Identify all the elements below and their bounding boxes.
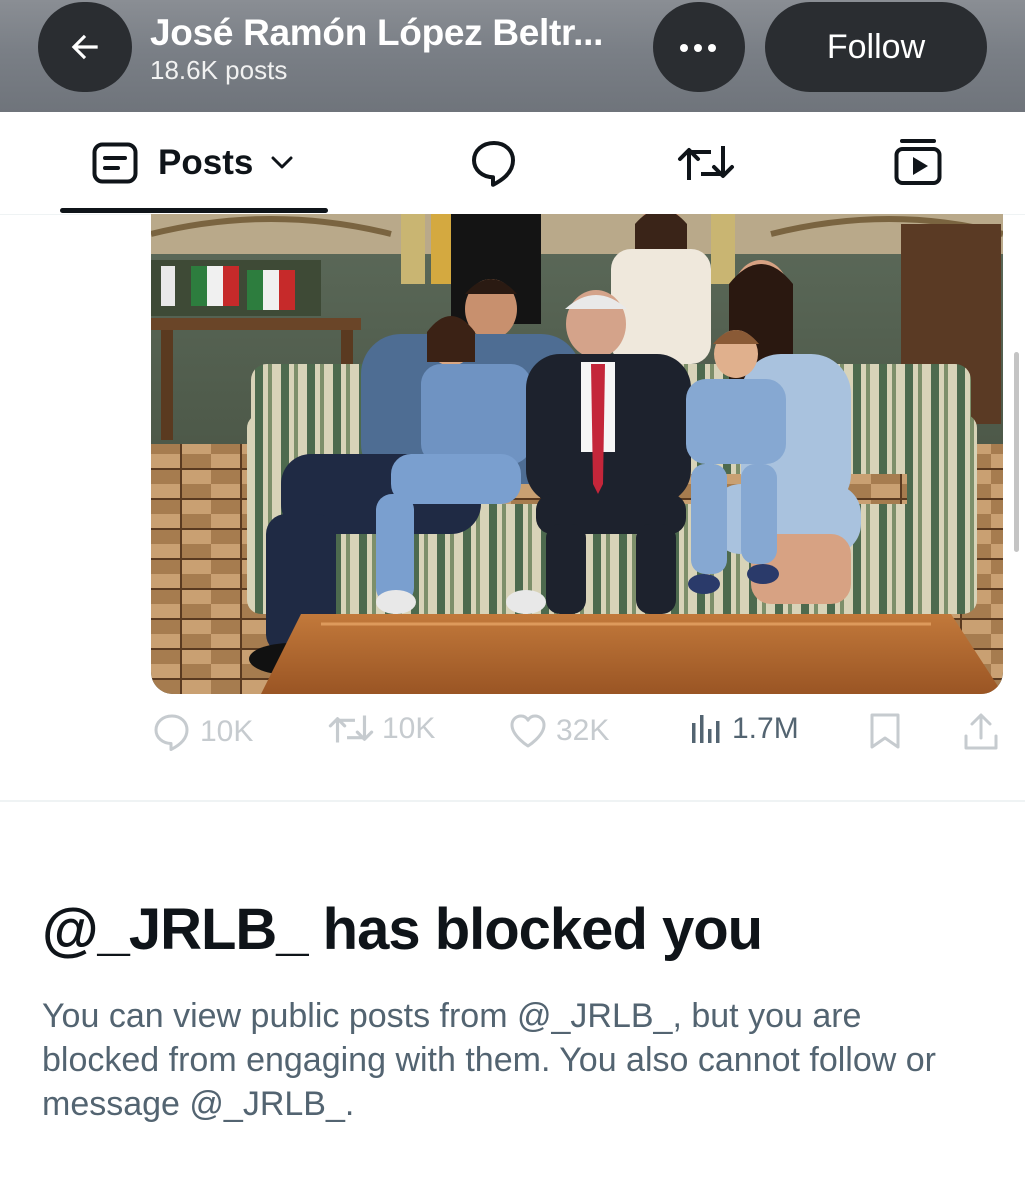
more-dots-icon: [680, 44, 716, 52]
family-photo: [151, 214, 1003, 694]
section-divider: [0, 800, 1025, 802]
reply-bubble-icon: [472, 141, 515, 187]
reply-icon: [154, 714, 189, 751]
share-icon: [964, 713, 998, 750]
profile-header: José Ramón López Beltr... 18.6K posts Fo…: [0, 0, 1025, 112]
share-action[interactable]: [962, 712, 1000, 752]
like-action[interactable]: 32K: [508, 712, 609, 750]
media-icon: [894, 139, 942, 185]
tab-posts-label: Posts: [158, 143, 254, 182]
blocked-description: You can view public posts from @_JRLB_, …: [42, 997, 936, 1123]
repost-icon: [678, 146, 734, 180]
profile-title: José Ramón López Beltr... 18.6K posts: [150, 12, 640, 86]
heart-icon: [510, 714, 546, 748]
views-action[interactable]: 1.7M: [690, 712, 799, 746]
view-count: 1.7M: [732, 712, 799, 745]
active-tab-indicator: [60, 208, 328, 213]
tab-replies[interactable]: [469, 138, 519, 193]
repost-count: 10K: [382, 712, 436, 745]
tab-posts[interactable]: Posts: [92, 142, 293, 184]
back-button[interactable]: [38, 2, 132, 92]
profile-name: José Ramón López Beltr...: [150, 12, 604, 53]
repost-action[interactable]: 10K: [328, 712, 435, 746]
blocked-title: @_JRLB_ has blocked you: [42, 897, 763, 962]
profile-tabs: Posts: [0, 112, 1025, 215]
bookmark-icon: [870, 713, 900, 749]
bookmark-action[interactable]: [868, 712, 902, 750]
views-chart-icon: [692, 715, 720, 743]
like-count: 32K: [556, 714, 610, 747]
post-image[interactable]: [151, 214, 1003, 694]
posts-list-icon: [92, 142, 138, 184]
follow-button[interactable]: Follow: [765, 2, 987, 92]
more-button[interactable]: [653, 2, 745, 92]
post-actions: 10K 10K 32K 1.7M: [0, 712, 1025, 762]
tab-media[interactable]: [894, 138, 942, 191]
scrollbar[interactable]: [1014, 352, 1019, 552]
repost-icon: [328, 715, 374, 743]
posts-count: 18.6K posts: [150, 55, 288, 85]
arrow-left-icon: [71, 34, 98, 60]
reply-count: 10K: [200, 715, 254, 748]
tab-reposts[interactable]: [677, 142, 735, 189]
reply-action[interactable]: 10K: [152, 712, 253, 752]
chevron-down-icon: [271, 156, 293, 169]
